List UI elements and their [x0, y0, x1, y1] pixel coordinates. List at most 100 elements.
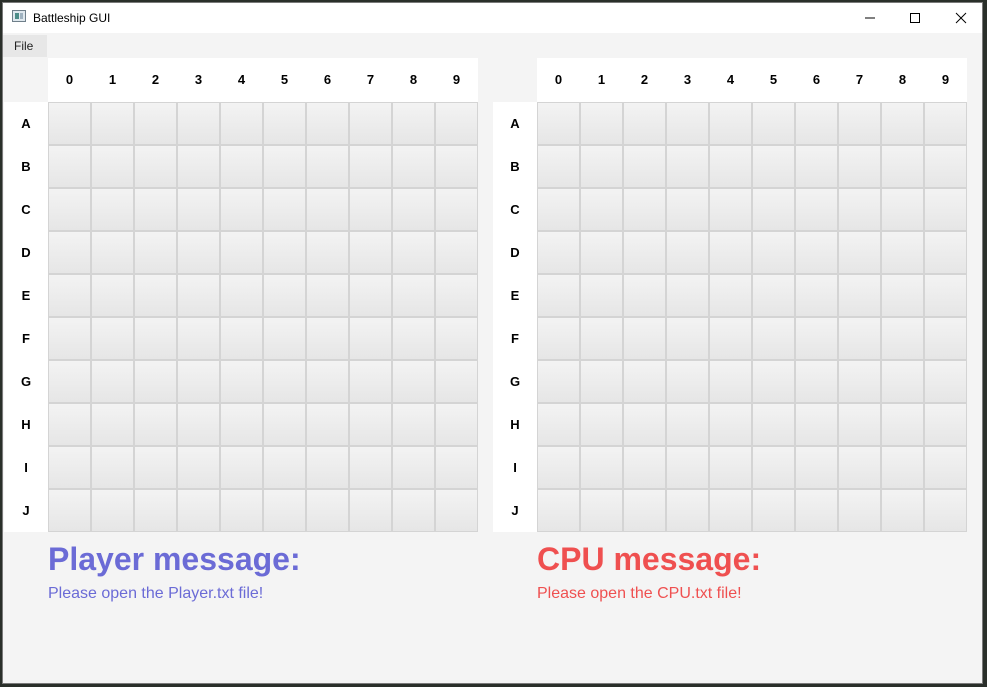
- cpu-cell[interactable]: [623, 446, 666, 489]
- cpu-cell[interactable]: [666, 360, 709, 403]
- player-cell[interactable]: [392, 489, 435, 532]
- player-cell[interactable]: [91, 188, 134, 231]
- cpu-cell[interactable]: [537, 274, 580, 317]
- player-cell[interactable]: [134, 403, 177, 446]
- player-cell[interactable]: [91, 145, 134, 188]
- player-cell[interactable]: [349, 231, 392, 274]
- cpu-cell[interactable]: [752, 489, 795, 532]
- cpu-cell[interactable]: [924, 489, 967, 532]
- player-cell[interactable]: [134, 317, 177, 360]
- player-cell[interactable]: [220, 446, 263, 489]
- cpu-cell[interactable]: [924, 446, 967, 489]
- cpu-cell[interactable]: [709, 231, 752, 274]
- player-cell[interactable]: [306, 403, 349, 446]
- cpu-cell[interactable]: [709, 145, 752, 188]
- player-cell[interactable]: [263, 360, 306, 403]
- player-cell[interactable]: [177, 145, 220, 188]
- player-cell[interactable]: [134, 102, 177, 145]
- player-cell[interactable]: [177, 102, 220, 145]
- player-cell[interactable]: [306, 188, 349, 231]
- cpu-cell[interactable]: [924, 317, 967, 360]
- player-cell[interactable]: [177, 274, 220, 317]
- cpu-cell[interactable]: [666, 145, 709, 188]
- cpu-cell[interactable]: [666, 188, 709, 231]
- player-cell[interactable]: [177, 317, 220, 360]
- cpu-cell[interactable]: [795, 489, 838, 532]
- cpu-cell[interactable]: [795, 102, 838, 145]
- player-cell[interactable]: [48, 489, 91, 532]
- cpu-cell[interactable]: [537, 446, 580, 489]
- cpu-cell[interactable]: [752, 102, 795, 145]
- player-cell[interactable]: [91, 102, 134, 145]
- maximize-button[interactable]: [892, 3, 938, 33]
- player-cell[interactable]: [435, 102, 478, 145]
- player-cell[interactable]: [48, 145, 91, 188]
- cpu-cell[interactable]: [752, 317, 795, 360]
- player-cell[interactable]: [349, 145, 392, 188]
- cpu-cell[interactable]: [580, 274, 623, 317]
- cpu-cell[interactable]: [838, 102, 881, 145]
- cpu-cell[interactable]: [623, 360, 666, 403]
- player-cell[interactable]: [263, 403, 306, 446]
- player-cell[interactable]: [91, 231, 134, 274]
- player-cell[interactable]: [177, 360, 220, 403]
- cpu-cell[interactable]: [537, 145, 580, 188]
- player-cell[interactable]: [435, 188, 478, 231]
- player-cell[interactable]: [263, 274, 306, 317]
- player-cell[interactable]: [306, 489, 349, 532]
- cpu-cell[interactable]: [752, 145, 795, 188]
- cpu-cell[interactable]: [881, 274, 924, 317]
- cpu-cell[interactable]: [795, 274, 838, 317]
- player-cell[interactable]: [220, 102, 263, 145]
- cpu-cell[interactable]: [580, 231, 623, 274]
- player-cell[interactable]: [392, 446, 435, 489]
- player-cell[interactable]: [435, 489, 478, 532]
- player-cell[interactable]: [177, 489, 220, 532]
- player-cell[interactable]: [349, 274, 392, 317]
- cpu-cell[interactable]: [795, 317, 838, 360]
- cpu-cell[interactable]: [709, 274, 752, 317]
- player-cell[interactable]: [91, 360, 134, 403]
- player-cell[interactable]: [349, 403, 392, 446]
- player-cell[interactable]: [220, 231, 263, 274]
- player-cell[interactable]: [263, 188, 306, 231]
- cpu-cell[interactable]: [580, 317, 623, 360]
- player-cell[interactable]: [220, 360, 263, 403]
- cpu-cell[interactable]: [795, 188, 838, 231]
- cpu-cell[interactable]: [881, 489, 924, 532]
- cpu-cell[interactable]: [623, 489, 666, 532]
- player-cell[interactable]: [392, 274, 435, 317]
- cpu-cell[interactable]: [881, 102, 924, 145]
- cpu-cell[interactable]: [881, 317, 924, 360]
- player-cell[interactable]: [220, 489, 263, 532]
- player-cell[interactable]: [392, 360, 435, 403]
- cpu-cell[interactable]: [752, 403, 795, 446]
- player-cell[interactable]: [349, 188, 392, 231]
- player-cell[interactable]: [220, 188, 263, 231]
- cpu-cell[interactable]: [881, 145, 924, 188]
- cpu-cell[interactable]: [623, 188, 666, 231]
- cpu-cell[interactable]: [666, 403, 709, 446]
- player-cell[interactable]: [263, 102, 306, 145]
- player-cell[interactable]: [263, 317, 306, 360]
- menu-file[interactable]: File: [3, 35, 47, 57]
- player-cell[interactable]: [134, 360, 177, 403]
- player-cell[interactable]: [134, 274, 177, 317]
- player-cell[interactable]: [48, 231, 91, 274]
- player-cell[interactable]: [134, 145, 177, 188]
- player-cell[interactable]: [91, 274, 134, 317]
- player-cell[interactable]: [392, 145, 435, 188]
- player-cell[interactable]: [435, 446, 478, 489]
- cpu-cell[interactable]: [838, 489, 881, 532]
- cpu-cell[interactable]: [666, 231, 709, 274]
- cpu-cell[interactable]: [666, 446, 709, 489]
- player-cell[interactable]: [48, 446, 91, 489]
- cpu-cell[interactable]: [881, 188, 924, 231]
- player-cell[interactable]: [435, 317, 478, 360]
- player-cell[interactable]: [263, 446, 306, 489]
- player-cell[interactable]: [306, 317, 349, 360]
- player-cell[interactable]: [435, 274, 478, 317]
- player-cell[interactable]: [263, 231, 306, 274]
- player-cell[interactable]: [263, 145, 306, 188]
- cpu-cell[interactable]: [666, 317, 709, 360]
